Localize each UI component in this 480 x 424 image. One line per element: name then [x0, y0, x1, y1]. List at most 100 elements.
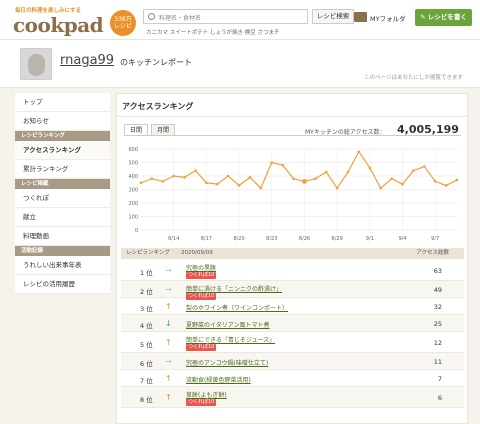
ranking-row: 5 位 ↑ 簡単にできる「青じそジュース」 つくれぽ10 12 [121, 332, 464, 353]
data-point [368, 166, 372, 170]
ranking-row: 4 位 ↓ 夏野菜のイタリアン風トマト煮 25 [121, 315, 464, 332]
sidebar-item[interactable]: 献立 [15, 208, 110, 227]
recipe-title-link[interactable]: 流動食(緑黄色野菜活用) [186, 375, 251, 384]
data-point [161, 180, 165, 183]
cookpad-logo[interactable]: cookpad [13, 13, 104, 37]
rank-position: 3 位 [140, 304, 153, 313]
data-point [357, 150, 361, 153]
rank-trend-flat-icon: → [165, 356, 172, 366]
search-placeholder: 料理名・食材名 [159, 15, 202, 22]
access-series-line [140, 150, 458, 190]
data-point [194, 169, 197, 172]
x-tick-label: 8/17 [201, 236, 212, 242]
recipe-title-link[interactable]: 簡単に漬ける「ニンニクの酢漬け」 [186, 284, 282, 293]
recipe-count-badge: 338万 レシピ [110, 10, 136, 36]
data-point [444, 184, 448, 187]
total-access-value: 4,005,199 [397, 123, 459, 136]
search-icon [148, 13, 155, 20]
user-bar: rnaga99 のキッチンレポート このページはあなたにしか閲覧できます [0, 40, 480, 88]
data-point [215, 182, 219, 186]
recipe-title-link[interactable]: 梨のホワイン煮（ワインコンポート） [186, 303, 288, 312]
write-recipe-button[interactable]: ✎ レシピを書く [415, 9, 472, 26]
x-tick-label: 8/26 [299, 236, 310, 242]
sidebar-item[interactable]: お知らせ [15, 112, 110, 131]
data-point [379, 186, 383, 190]
rank-position: 2 位 [140, 287, 153, 296]
data-point [183, 176, 186, 179]
access-count: 11 [433, 357, 442, 366]
y-tick-label: 600 [128, 147, 138, 153]
access-count: 12 [433, 338, 442, 347]
access-count-column-label: アクセス総数 [416, 250, 449, 256]
rank-position: 1 位 [140, 268, 153, 277]
sidebar-item[interactable]: トップ [15, 93, 110, 112]
data-point [335, 186, 339, 190]
avatar[interactable] [20, 48, 52, 80]
x-tick-label: 9/4 [398, 236, 406, 242]
data-point [324, 170, 328, 174]
my-folder-link[interactable]: MYフォルダ [370, 13, 406, 23]
rank-position: 5 位 [140, 340, 153, 349]
username-link[interactable]: rnaga99 [60, 53, 114, 68]
x-tick-label: 8/23 [266, 236, 277, 242]
total-access-label: MYキッチンの総アクセス数： [305, 129, 386, 136]
y-tick-label: 400 [128, 174, 138, 180]
divider [117, 116, 467, 117]
data-point [226, 174, 230, 178]
data-point [292, 177, 295, 180]
rank-position: 8 位 [140, 395, 153, 404]
folder-icon[interactable] [354, 12, 367, 22]
rank-trend-flat-icon: → [165, 284, 172, 294]
sidebar-item[interactable]: 料理動画 [15, 227, 110, 246]
sidebar-section-heading: レシピランキング [15, 131, 110, 141]
tsukurepo-badge: つくれぽ10 [186, 399, 217, 406]
access-count: 32 [433, 302, 442, 311]
sidebar-item[interactable]: うれしい出来事年表 [15, 256, 110, 275]
rank-position: 6 位 [140, 359, 153, 368]
search-input[interactable]: 料理名・食材名 [143, 9, 308, 24]
sidebar: トップ お知らせ レシピランキング アクセスランキング 累計ランキング レシピ掲載 つくれぽ… [15, 93, 110, 294]
ranking-column-label: レシピランキング [126, 250, 170, 256]
ranking-date: 2020/09/09 [181, 250, 213, 256]
ranking-row: 2 位 → 簡単に漬ける「ニンニクの酢漬け」 つくれぽ10 49 [121, 281, 464, 300]
x-tick-label: 8/14 [168, 236, 179, 242]
sidebar-item[interactable]: つくれぽ [15, 189, 110, 208]
sidebar-item[interactable]: レシピの活用履歴 [15, 275, 110, 294]
ranking-row: 1 位 → 究極の黒豚 つくれぽ10 63 [121, 260, 464, 281]
recipe-count: 338万 [114, 16, 132, 23]
rank-trend-up-icon: ↑ [165, 373, 172, 383]
ranking-row: 7 位 ↑ 流動食(緑黄色野菜活用) 7 [121, 370, 464, 387]
data-point [270, 161, 274, 164]
sidebar-item[interactable]: アクセスランキング [15, 141, 110, 160]
sidebar-item[interactable]: 累計ランキング [15, 160, 110, 179]
recipe-title-link[interactable]: 究極のアンコウ鍋(味噌仕立て) [186, 358, 268, 367]
rank-trend-up-icon: ↑ [165, 392, 172, 402]
main-panel: アクセスランキング 日間 月間 MYキッチンの総アクセス数： 4,005,199… [116, 93, 468, 424]
access-count: 25 [433, 319, 442, 328]
x-tick-label: 8/20 [233, 236, 244, 242]
rank-trend-down-icon: ↓ [165, 318, 172, 328]
ranking-row: 8 位 ↑ 草餅(よもぎ餅) つくれぽ10 6 [121, 387, 464, 408]
visibility-note: このページはあなたにしか閲覧できます [364, 75, 463, 81]
recipe-title-link[interactable]: 夏野菜のイタリアン風トマト煮 [186, 320, 270, 329]
recipe-title-link[interactable]: 簡単にできる「青じそジュース」 [186, 335, 275, 344]
rank-position: 7 位 [140, 376, 153, 385]
access-line-chart: 0 100 200 300 400 500 600 8/14 8/17 8/20 8/23 8/26 8… [128, 147, 459, 242]
page-title: アクセスランキング [122, 102, 194, 111]
data-point [281, 163, 284, 167]
data-point [172, 174, 175, 178]
recipe-title-link[interactable]: 究極の黒豚 [186, 263, 216, 272]
y-tick-label: 200 [128, 201, 138, 207]
data-point [412, 169, 415, 172]
ranking-header: レシピランキング 2020/09/09 アクセス総数 [121, 248, 464, 259]
trending-keywords[interactable]: カニカマ スイートポテト しょうが焼き 検豆 さつまチ [146, 28, 280, 36]
data-point [390, 177, 393, 180]
data-point [314, 177, 317, 180]
recipe-search-button[interactable]: レシピ検索 [312, 9, 354, 24]
data-point [259, 186, 263, 190]
recipe-title-link[interactable]: 草餅(よもぎ餅) [186, 390, 227, 399]
rank-position: 4 位 [140, 321, 153, 330]
x-tick-label: 9/1 [366, 236, 374, 242]
data-point [433, 180, 437, 183]
y-tick-label: 0 [135, 228, 138, 234]
